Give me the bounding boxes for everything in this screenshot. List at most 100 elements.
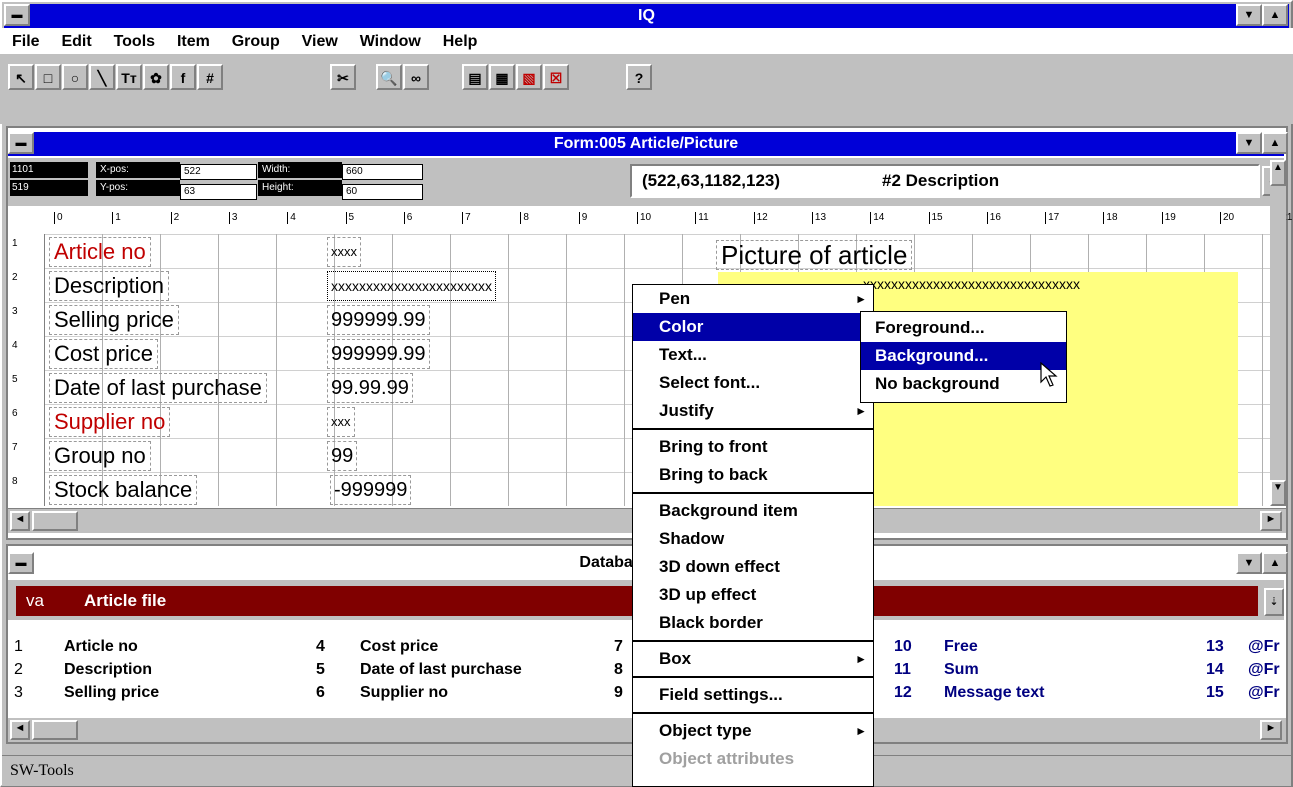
db-file-dropdown[interactable]: ⇣ bbox=[1264, 588, 1284, 616]
db-field-name[interactable]: @Fr bbox=[1248, 636, 1280, 658]
db-field-name[interactable]: Date of last purchase bbox=[360, 659, 522, 681]
menu-tools[interactable]: Tools bbox=[114, 29, 155, 55]
form-field-mask[interactable]: xxxxxxxxxxxxxxxxxxxxxxx bbox=[327, 271, 496, 301]
rect-icon[interactable]: □ bbox=[35, 64, 61, 90]
menu-view[interactable]: View bbox=[302, 29, 338, 55]
width-field[interactable]: 660 bbox=[342, 164, 423, 180]
form-vscroll[interactable]: ▲ ▼ bbox=[1270, 160, 1286, 506]
form-label[interactable]: Group no bbox=[49, 441, 151, 471]
db-field-name[interactable]: Article no bbox=[64, 636, 138, 658]
db-field-name[interactable]: Selling price bbox=[64, 682, 159, 704]
form-label[interactable]: Selling price bbox=[49, 305, 179, 335]
form-field-mask[interactable]: 999999.99 bbox=[327, 339, 430, 369]
context-menu-item[interactable]: Object type ► bbox=[633, 717, 873, 745]
form-field-mask[interactable]: 99.99.99 bbox=[327, 373, 413, 403]
db-field-name[interactable]: Sum bbox=[944, 659, 979, 681]
context-menu-item[interactable]: Color bbox=[633, 313, 873, 341]
menu-window[interactable]: Window bbox=[360, 29, 421, 55]
db-field-name[interactable]: Free bbox=[944, 636, 978, 658]
db-field-name[interactable]: @Fr bbox=[1248, 682, 1280, 704]
picture-tool-icon[interactable]: ✿ bbox=[143, 64, 169, 90]
context-menu-item[interactable]: Box ► bbox=[633, 645, 873, 673]
form-minimize-button[interactable]: ▼ bbox=[1236, 132, 1262, 154]
form-maximize-button[interactable]: ▲ bbox=[1262, 132, 1288, 154]
circle-icon[interactable]: ○ bbox=[62, 64, 88, 90]
context-menu-item[interactable]: Bring to back bbox=[633, 461, 873, 489]
menu-help[interactable]: Help bbox=[443, 29, 478, 55]
context-menu-item[interactable]: Pen ► bbox=[633, 285, 873, 313]
maximize-button[interactable]: ▲ bbox=[1262, 4, 1288, 26]
menu-item[interactable]: Item bbox=[177, 29, 210, 55]
height-label: Height: bbox=[258, 180, 342, 196]
layout-b-icon[interactable]: ▦ bbox=[489, 64, 515, 90]
context-menu-item[interactable]: Bring to front bbox=[633, 433, 873, 461]
menu-edit[interactable]: Edit bbox=[61, 29, 91, 55]
context-menu-item[interactable]: Black border bbox=[633, 609, 873, 637]
context-menu-item[interactable]: 3D down effect bbox=[633, 553, 873, 581]
ypos-field[interactable]: 63 bbox=[180, 184, 257, 200]
context-menu-item[interactable]: Justify ► bbox=[633, 397, 873, 425]
menu-group[interactable]: Group bbox=[232, 29, 280, 55]
app-title-bar[interactable]: IQ bbox=[4, 4, 1289, 28]
field-icon[interactable]: # bbox=[197, 64, 223, 90]
form-system-button[interactable]: ▬ bbox=[8, 132, 34, 154]
scissors-icon[interactable]: ✂ bbox=[330, 64, 356, 90]
context-menu-item[interactable]: 3D up effect bbox=[633, 581, 873, 609]
form-label[interactable]: Cost price bbox=[49, 339, 159, 369]
color-submenu-item[interactable]: Foreground... bbox=[861, 314, 1066, 342]
system-menu-button[interactable]: ▬ bbox=[4, 4, 30, 26]
form-field-mask[interactable]: 999999.99 bbox=[327, 305, 430, 335]
xpos-field[interactable]: 522 bbox=[180, 164, 257, 180]
form-label[interactable]: Supplier no bbox=[49, 407, 171, 437]
height-field[interactable]: 60 bbox=[342, 184, 423, 200]
form-field-mask[interactable]: 99 bbox=[327, 441, 358, 471]
context-menu-item[interactable]: Shadow bbox=[633, 525, 873, 553]
item-selector[interactable]: (522,63,1182,123) #2 Description bbox=[630, 164, 1260, 198]
db-minimize-button[interactable]: ▼ bbox=[1236, 552, 1262, 574]
db-field-name[interactable]: Cost price bbox=[360, 636, 438, 658]
db-field-name[interactable]: Supplier no bbox=[360, 682, 448, 704]
color-submenu-item[interactable]: No background bbox=[861, 370, 1066, 398]
form-field-mask[interactable]: xxx bbox=[327, 407, 355, 437]
text-tool-icon[interactable]: Tт bbox=[116, 64, 142, 90]
ruler-tick: 3 bbox=[228, 212, 237, 224]
db-field-name[interactable]: @Fr bbox=[1248, 659, 1280, 681]
context-menu-item[interactable]: Background item bbox=[633, 497, 873, 525]
db-maximize-button[interactable]: ▲ bbox=[1262, 552, 1288, 574]
form-field-mask[interactable]: -999999 bbox=[330, 475, 412, 505]
arrow-icon[interactable]: ↖ bbox=[8, 64, 34, 90]
help-icon[interactable]: ? bbox=[626, 64, 652, 90]
db-field-number: 12 bbox=[894, 684, 912, 701]
db-field-name[interactable]: Description bbox=[64, 659, 152, 681]
close-layout-icon[interactable]: ☒ bbox=[543, 64, 569, 90]
db-field-number: 4 bbox=[316, 638, 325, 655]
zoom-icon[interactable]: 🔍 bbox=[376, 64, 402, 90]
context-menu-item[interactable]: Field settings... bbox=[633, 681, 873, 709]
context-menu-item[interactable]: Object attributes bbox=[633, 745, 873, 773]
picture-mask[interactable]: xxxxxxxxxxxxxxxxxxxxxxxxxxxxxxx bbox=[860, 272, 1083, 296]
line-icon[interactable]: ╲ bbox=[89, 64, 115, 90]
form-label[interactable]: Article no bbox=[49, 237, 151, 267]
db-field-name[interactable]: Message text bbox=[944, 682, 1045, 704]
form-label[interactable]: Date of last purchase bbox=[49, 373, 267, 403]
submenu-arrow-icon: ► bbox=[855, 652, 867, 666]
ruler-tick: 15 bbox=[928, 212, 943, 224]
layout-a-icon[interactable]: ▤ bbox=[462, 64, 488, 90]
context-menu-item[interactable]: Select font... bbox=[633, 369, 873, 397]
form-hscroll-thumb[interactable] bbox=[32, 511, 78, 531]
color-submenu-item[interactable]: Background... bbox=[861, 342, 1066, 370]
function-icon[interactable]: f bbox=[170, 64, 196, 90]
picture-title[interactable]: Picture of article bbox=[716, 240, 913, 270]
context-menu-item[interactable]: Text... bbox=[633, 341, 873, 369]
context-menu-item-label: Bring to front bbox=[659, 437, 768, 456]
db-system-button[interactable]: ▬ bbox=[8, 552, 34, 574]
layout-c-icon[interactable]: ▧ bbox=[516, 64, 542, 90]
minimize-button[interactable]: ▼ bbox=[1236, 4, 1262, 26]
menu-file[interactable]: File bbox=[12, 29, 40, 55]
form-label[interactable]: Description bbox=[49, 271, 170, 301]
form-field-mask[interactable]: xxxx bbox=[327, 237, 361, 267]
ruler-tick: 5 bbox=[345, 212, 354, 224]
form-title-bar[interactable]: Form:005 Article/Picture bbox=[8, 132, 1284, 156]
form-label[interactable]: Stock balance bbox=[49, 475, 198, 505]
glasses-icon[interactable]: ∞ bbox=[403, 64, 429, 90]
